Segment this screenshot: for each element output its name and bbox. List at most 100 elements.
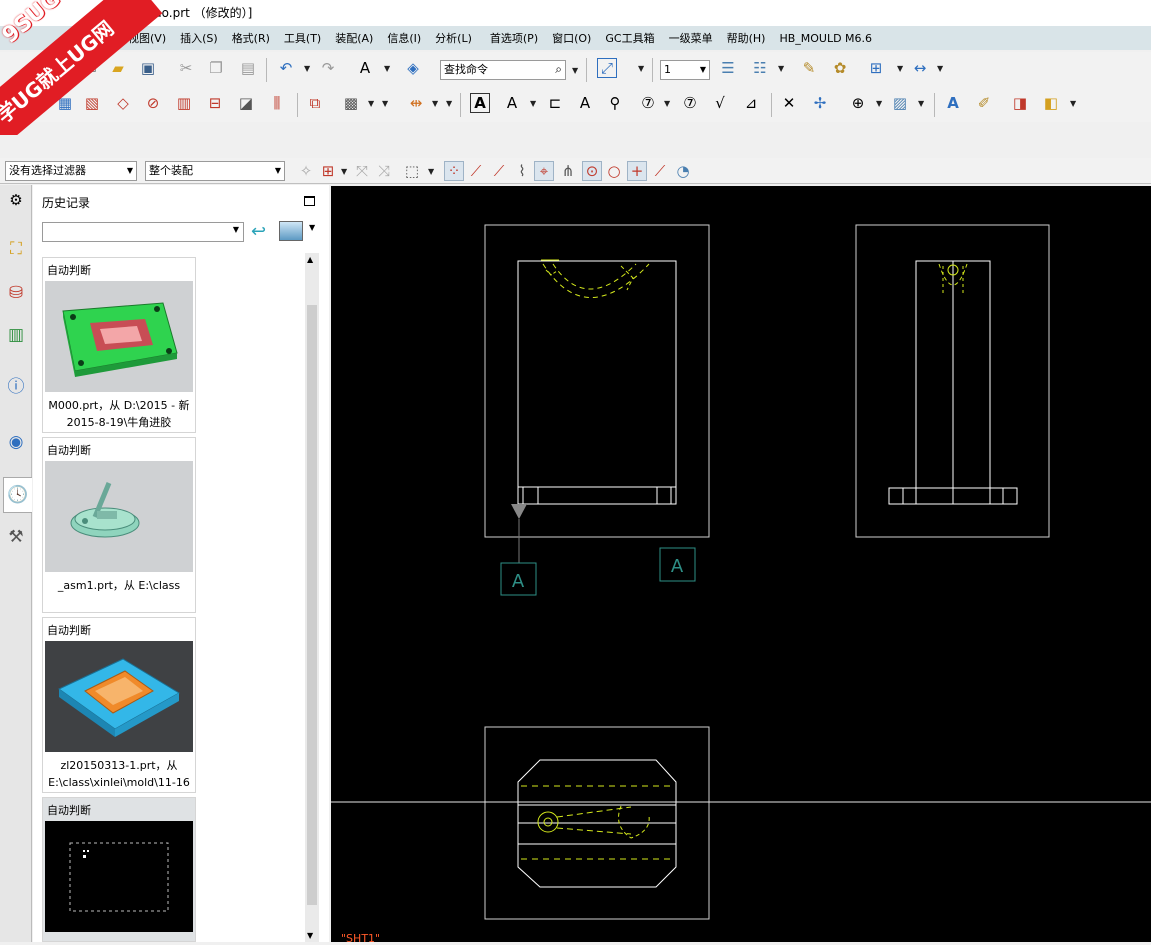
- image-icon[interactable]: ▨: [890, 93, 910, 113]
- drafting-standard-icon[interactable]: ⊞: [866, 58, 886, 78]
- datum-feature-icon[interactable]: ⊏: [545, 93, 565, 113]
- layer-select[interactable]: 1 ▼: [660, 60, 710, 80]
- menu-assembly[interactable]: 装配(A): [335, 30, 373, 46]
- color-palette-icon[interactable]: ✿: [830, 58, 850, 78]
- snap-control-icon[interactable]: ⌇: [512, 161, 532, 181]
- snap-arc-center-icon[interactable]: ⋔: [558, 161, 578, 181]
- image-dropdown-icon[interactable]: ▼: [918, 93, 926, 113]
- history-clock-icon[interactable]: 🕓: [3, 477, 32, 513]
- redo-icon[interactable]: ↷: [318, 58, 338, 78]
- feature-control-icon[interactable]: A: [502, 93, 522, 113]
- select-feature-icon[interactable]: ✧: [296, 161, 316, 181]
- search-icon[interactable]: ⌕: [555, 60, 562, 78]
- shaded-view-icon[interactable]: ◨: [1010, 93, 1030, 113]
- thumbnail-view-icon[interactable]: [279, 221, 303, 241]
- layer-settings-icon[interactable]: ☰: [718, 58, 738, 78]
- menu-format[interactable]: 格式(R): [232, 30, 270, 46]
- menu-window[interactable]: 窗口(O): [552, 30, 591, 46]
- menu-analysis[interactable]: 分析(L): [435, 30, 472, 46]
- text-annotation-icon[interactable]: A: [355, 58, 375, 78]
- id-symbol-icon[interactable]: ⑦: [638, 93, 658, 113]
- snap-settings-icon[interactable]: ◔: [673, 161, 693, 181]
- history-filter-select[interactable]: ▼: [42, 222, 244, 242]
- info-web-icon[interactable]: ⓘ: [4, 375, 28, 399]
- layer-visibility-icon[interactable]: ☷: [750, 58, 770, 78]
- drawing-canvas[interactable]: A A "SHT1": [331, 186, 1151, 945]
- assembly-navigator-icon[interactable]: ⛶: [4, 237, 28, 261]
- back-arrow-icon[interactable]: ↩: [251, 222, 271, 242]
- command-search-input[interactable]: 查找命令 ⌕: [440, 60, 566, 80]
- scroll-up-icon[interactable]: ▲: [307, 255, 313, 264]
- half-section-icon[interactable]: ⊟: [205, 93, 225, 113]
- menu-gc-toolkit[interactable]: GC工具箱: [605, 30, 654, 46]
- center-mark-icon[interactable]: ⊕: [848, 93, 868, 113]
- section-label-box[interactable]: A: [659, 547, 696, 582]
- roles-icon[interactable]: ◉: [4, 430, 28, 454]
- snap-intersection-icon[interactable]: ⌖: [534, 161, 554, 181]
- view-dropdown-icon[interactable]: ▼: [638, 58, 646, 78]
- select-dropdown-icon[interactable]: ▼: [341, 161, 349, 181]
- view-display-dropdown-icon[interactable]: ▼: [368, 93, 376, 113]
- info-query-icon[interactable]: ◈: [403, 58, 423, 78]
- history-item[interactable]: 自动判断 _asm1.prt，从 E:\class: [42, 437, 196, 613]
- menu-hb-mould[interactable]: HB_MOULD M6.6: [779, 32, 872, 45]
- weld-symbol-icon[interactable]: ⊿: [741, 93, 761, 113]
- menu-help[interactable]: 帮助(H): [727, 30, 766, 46]
- section-view-icon[interactable]: ▥: [174, 93, 194, 113]
- detail-view-icon[interactable]: ⊘: [143, 93, 163, 113]
- menu-tools[interactable]: 工具(T): [284, 30, 321, 46]
- crosshatch-icon[interactable]: ✕: [779, 93, 799, 113]
- annotation-dropdown-icon[interactable]: ▼: [384, 58, 392, 78]
- search-dropdown-icon[interactable]: ▼: [572, 60, 580, 80]
- scrollbar-thumb[interactable]: [307, 305, 317, 905]
- fit-view-icon[interactable]: ⤢: [597, 58, 617, 78]
- menu-level1[interactable]: 一级菜单: [669, 30, 713, 46]
- general-select-icon[interactable]: ⤧: [352, 161, 372, 181]
- snap-tangent-icon[interactable]: ⟋: [650, 161, 670, 181]
- history-item[interactable]: 自动判断: [42, 797, 196, 942]
- menu-information[interactable]: 信息(I): [387, 30, 421, 46]
- snap-midpoint-icon[interactable]: ⟋: [489, 161, 509, 181]
- dimension-more-icon[interactable]: ▼: [446, 93, 454, 113]
- base-view-icon[interactable]: ▧: [82, 93, 102, 113]
- model-view-icon[interactable]: ◧: [1041, 93, 1061, 113]
- menu-insert[interactable]: 插入(S): [180, 30, 218, 46]
- centerline-icon[interactable]: ✢: [810, 93, 830, 113]
- selection-filter-select[interactable]: 没有选择过滤器 ▼: [5, 161, 137, 181]
- view-dropdown-icon[interactable]: ▼: [309, 223, 315, 232]
- history-item[interactable]: 自动判断 zl20150313-1.prt，从 E:\class\xinlei\…: [42, 617, 196, 793]
- more-dropdown-icon[interactable]: ▼: [382, 93, 390, 113]
- top-view[interactable]: [484, 726, 710, 920]
- measure-dropdown-icon[interactable]: ▼: [937, 58, 945, 78]
- surface-finish-icon[interactable]: √: [710, 93, 730, 113]
- datum-target-icon[interactable]: A: [575, 93, 595, 113]
- projected-view-icon[interactable]: ◇: [113, 93, 133, 113]
- link-select-icon[interactable]: ⤨: [374, 161, 394, 181]
- reuse-library-icon[interactable]: ▥: [4, 323, 28, 347]
- model-view-dropdown-icon[interactable]: ▼: [1070, 93, 1078, 113]
- maximize-icon[interactable]: [304, 196, 315, 206]
- front-view[interactable]: [484, 224, 710, 563]
- snap-quadrant-icon[interactable]: ○: [604, 161, 624, 181]
- side-view[interactable]: [855, 224, 1050, 538]
- snap-endpoint-icon[interactable]: ⟋: [466, 161, 486, 181]
- selection-scope-select[interactable]: 整个装配 ▼: [145, 161, 285, 181]
- note-dropdown-icon[interactable]: ▼: [530, 93, 538, 113]
- menu-preferences[interactable]: 首选项(P): [490, 30, 538, 46]
- open-folder-icon[interactable]: ▰: [108, 58, 128, 78]
- new-sheet-icon[interactable]: ▦: [55, 93, 75, 113]
- note-icon[interactable]: A: [470, 93, 490, 113]
- settings-gear-icon[interactable]: ⚙: [4, 188, 28, 212]
- paste-icon[interactable]: ▤: [238, 58, 258, 78]
- select-component-icon[interactable]: ⊞: [318, 161, 338, 181]
- save-icon[interactable]: ▣: [138, 58, 158, 78]
- history-item[interactable]: 自动判断 M000.prt，从 D:\2015 - 新 2015-8-19\牛角…: [42, 257, 196, 433]
- update-views-icon[interactable]: ⧉: [305, 93, 325, 113]
- balloon-icon[interactable]: ⚲: [605, 93, 625, 113]
- rapid-dimension-icon[interactable]: ⇹: [406, 93, 426, 113]
- dimension-dropdown-icon[interactable]: ▼: [432, 93, 440, 113]
- menu-view[interactable]: 视图(V): [128, 30, 166, 46]
- box-select-icon[interactable]: ⬚: [402, 161, 422, 181]
- annotation-style-icon[interactable]: A: [943, 93, 963, 113]
- center-mark-dropdown-icon[interactable]: ▼: [876, 93, 884, 113]
